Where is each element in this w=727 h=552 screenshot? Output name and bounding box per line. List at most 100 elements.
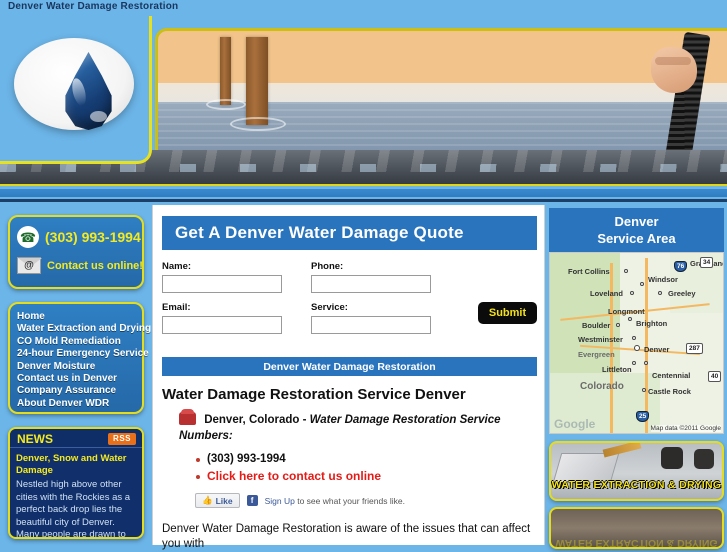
- phone-label: Phone:: [311, 261, 344, 272]
- content-area: ☎ (303) 993-1994 @ Contact us online! Ho…: [0, 205, 727, 550]
- map-city-label: Boulder: [582, 321, 611, 330]
- news-heading: NEWS: [17, 432, 53, 446]
- map-city-label: Brighton: [636, 319, 668, 328]
- sidebar-contact-label: Contact us online!: [47, 259, 143, 272]
- name-label: Name:: [162, 261, 192, 272]
- map-city-label: Fort Collins: [568, 267, 610, 276]
- email-input[interactable]: [162, 316, 282, 334]
- sidebar-phone-row[interactable]: ☎ (303) 993-1994: [17, 226, 141, 248]
- banner-haze: [158, 82, 727, 102]
- divider-inner: [0, 189, 727, 197]
- map-city-label: Longmont: [608, 307, 645, 316]
- article-title: Water Damage Restoration Service Denver: [162, 386, 466, 403]
- map-city-label: Greeley: [668, 289, 696, 298]
- sidebar-item-contact-denver[interactable]: Contact us in Denver: [17, 373, 142, 385]
- phone-input[interactable]: [311, 275, 431, 293]
- map-city-dot: [616, 323, 620, 327]
- map-city-dot: [640, 282, 644, 286]
- news-item-title[interactable]: Denver, Snow and Water Damage: [16, 453, 136, 477]
- map-attribution: Map data ©2011 Google: [650, 425, 721, 432]
- logo-ellipse: [14, 38, 134, 130]
- map-heading-line2: Service Area: [597, 231, 676, 246]
- map-city-label: Evergreen: [578, 350, 615, 359]
- sidebar-contact-online-link[interactable]: @ Contact us online!: [17, 257, 143, 274]
- map-city-dot: [624, 269, 628, 273]
- quote-form-header: Get A Denver Water Damage Quote: [162, 216, 537, 250]
- news-body: Denver, Snow and Water Damage Nestled hi…: [10, 449, 142, 537]
- news-header: NEWS RSS: [10, 429, 142, 448]
- map-city-label: Littleton: [602, 365, 632, 374]
- email-field-group: Email:: [162, 302, 282, 334]
- service-label: Service:: [311, 302, 348, 313]
- water-ripple-icon: [206, 99, 246, 110]
- sidebar-item-mold-remediation[interactable]: CO Mold Remediation: [17, 336, 142, 348]
- wooden-post-icon: [220, 37, 231, 105]
- promo-label-reflection: WATER EXTRACTION & DRYING: [555, 537, 718, 549]
- contact-online-link[interactable]: Click here to contact us online: [195, 468, 381, 485]
- sidebar-item-denver-moisture[interactable]: Denver Moisture: [17, 361, 142, 373]
- service-input[interactable]: [311, 316, 431, 334]
- promo-mud-damage[interactable]: WATER EXTRACTION & DRYING: [549, 507, 724, 549]
- wooden-post-icon: [246, 37, 268, 125]
- promo-label: WATER EXTRACTION & DRYING: [551, 479, 722, 491]
- sidebar-news-box: NEWS RSS Denver, Snow and Water Damage N…: [8, 427, 144, 539]
- map-city-dot: [642, 388, 646, 392]
- contact-bullet-list: (303) 993-1994 Click here to contact us …: [193, 451, 381, 485]
- highway-shield-icon: 287: [686, 343, 703, 354]
- facebook-signup-text: Sign Up to see what your friends like.: [265, 496, 405, 506]
- map-city-label: Loveland: [590, 289, 623, 298]
- phone-icon: ☎: [17, 226, 39, 248]
- news-item-text: Nestled high above other cities with the…: [16, 479, 131, 539]
- map-city-dot: [644, 361, 648, 365]
- article-lead: Denver, Colorado - Water Damage Restorat…: [179, 409, 539, 444]
- service-area-map[interactable]: Fort Collins Windsor Greeley Grassland L…: [549, 252, 724, 434]
- main-content: Get A Denver Water Damage Quote Name: Ph…: [152, 205, 545, 550]
- quote-form-heading-text: Get A Denver Water Damage Quote: [175, 223, 464, 242]
- rss-badge[interactable]: RSS: [108, 433, 136, 445]
- telephone-icon: [179, 409, 196, 425]
- water-drop-icon: [65, 52, 112, 130]
- highway-shield-icon: 34: [700, 257, 714, 268]
- facebook-like-bar: 👍 Like f Sign Up to see what your friend…: [195, 493, 405, 508]
- sidebar-item-home[interactable]: Home: [17, 311, 142, 323]
- facebook-signup-link[interactable]: Sign Up: [265, 496, 295, 506]
- envelope-at-icon: @: [17, 257, 42, 274]
- body-paragraph: Denver Water Damage Restoration is aware…: [162, 523, 531, 550]
- google-watermark: Google: [554, 417, 596, 431]
- map-header: Denver Service Area: [549, 208, 724, 252]
- facebook-after-text: to see what your friends like.: [294, 495, 405, 506]
- name-field-group: Name:: [162, 261, 282, 293]
- promo-water-extraction[interactable]: WATER EXTRACTION & DRYING: [549, 441, 724, 501]
- water-ripple-icon: [230, 117, 286, 131]
- sidebar-item-about[interactable]: About Denver WDR: [17, 398, 142, 410]
- map-city-label: Windsor: [648, 275, 678, 284]
- lead-location: Denver, Colorado -: [204, 414, 310, 426]
- browser-title-bar: Denver Water Damage Restoration: [0, 0, 727, 16]
- map-city-dot-denver: [634, 345, 640, 351]
- header-divider-bar: [0, 184, 727, 202]
- sidebar-item-emergency-service[interactable]: 24-hour Emergency Service: [17, 348, 149, 360]
- map-city-dot: [632, 361, 636, 365]
- map-city-dot: [628, 317, 632, 321]
- facebook-icon: f: [246, 495, 258, 506]
- highway-shield-icon: 40: [708, 371, 722, 382]
- map-city-dot: [632, 336, 636, 340]
- map-state-label: Colorado: [580, 381, 624, 392]
- boot-icon: [661, 447, 683, 469]
- section-header: Denver Water Damage Restoration: [162, 357, 537, 376]
- header-banner-image: [155, 28, 727, 163]
- map-heading-line1: Denver: [614, 214, 659, 229]
- name-input[interactable]: [162, 275, 282, 293]
- service-field-group: Service:: [311, 302, 431, 334]
- map-city-dot: [630, 291, 634, 295]
- squeegee-handle-icon: [602, 443, 642, 458]
- site-header: [0, 16, 727, 201]
- sidebar-item-water-extraction[interactable]: Water Extraction and Drying: [17, 323, 151, 335]
- site-logo[interactable]: [0, 16, 152, 164]
- facebook-like-button[interactable]: 👍 Like: [195, 493, 240, 508]
- submit-button[interactable]: Submit: [478, 302, 537, 324]
- map-city-dot: [658, 291, 662, 295]
- map-city-label: Centennial: [652, 371, 691, 380]
- sidebar-item-company-assurance[interactable]: Company Assurance: [17, 385, 142, 397]
- list-item: (303) 993-1994: [195, 451, 381, 468]
